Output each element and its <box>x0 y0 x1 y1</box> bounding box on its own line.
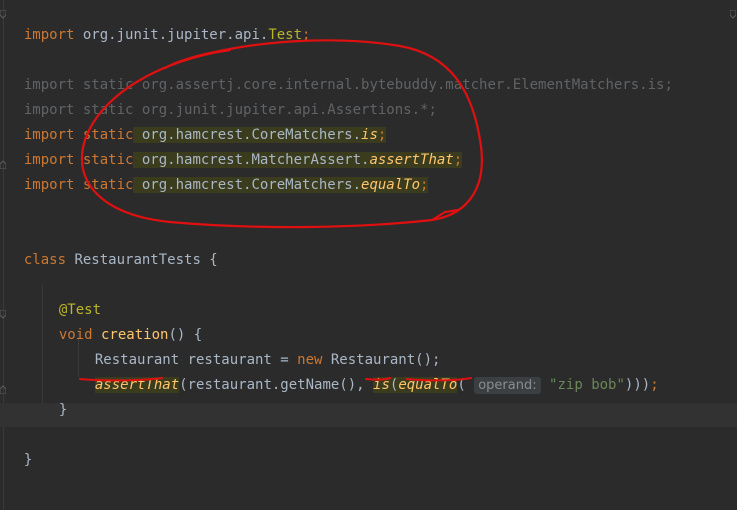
method-call: assertThat <box>94 377 180 393</box>
code-line-5[interactable]: import static org.hamcrest.MatcherAssert… <box>7 130 463 168</box>
code-line-9[interactable]: void creation() { <box>42 305 202 343</box>
semicolon: ; <box>650 377 659 393</box>
semicolon: ; <box>453 152 463 168</box>
fold-marker-icon[interactable] <box>0 160 6 169</box>
brace: } <box>58 402 68 418</box>
code-line-4[interactable]: import static org.hamcrest.CoreMatchers.… <box>7 105 387 143</box>
brace: } <box>23 452 33 468</box>
code-text: ))) <box>624 377 651 393</box>
fold-marker-icon[interactable] <box>0 385 6 394</box>
code-line-6[interactable]: import static org.hamcrest.CoreMatchers.… <box>7 155 429 193</box>
code-line-10[interactable]: Restaurant restaurant = new Restaurant()… <box>78 330 441 368</box>
fold-marker-icon[interactable] <box>730 10 736 19</box>
red-circle-tail <box>430 208 460 222</box>
parameter-hint: operand: <box>474 377 541 394</box>
code-line-11[interactable]: assertThat(restaurant.getName(), is (equa… <box>78 355 659 394</box>
fold-marker-icon[interactable] <box>0 310 6 319</box>
method-call: equalTo <box>398 377 458 393</box>
keyword: import <box>23 27 75 43</box>
imported-member: equalTo <box>361 177 421 193</box>
package-path: org.hamcrest.CoreMatchers. <box>133 177 362 193</box>
package-path: org.junit.jupiter.api. <box>74 27 269 43</box>
class-name: Test <box>268 27 303 43</box>
code-line-12[interactable]: } <box>42 380 67 418</box>
fold-marker-icon[interactable] <box>0 10 6 19</box>
string-literal: "zip bob" <box>549 377 625 393</box>
code-line-1[interactable]: import org.junit.jupiter.api.Test; <box>7 5 311 43</box>
class-name: RestaurantTests <box>66 252 201 268</box>
code-text: ( <box>457 377 466 393</box>
code-line-8[interactable]: @Test <box>42 280 101 318</box>
method-call: is <box>373 377 390 393</box>
keyword: class <box>23 252 67 268</box>
code-line-13[interactable]: } <box>7 430 32 468</box>
caret-line-highlight <box>0 403 737 427</box>
code-text: (restaurant.getName(), <box>179 377 374 393</box>
code-line-3[interactable]: import static org.junit.jupiter.api.Asse… <box>7 80 437 118</box>
code-line-2[interactable]: import static org.assertj.core.internal.… <box>7 55 673 93</box>
semicolon: ; <box>302 27 311 43</box>
keyword: import static <box>23 177 134 193</box>
semicolon: ; <box>420 177 429 193</box>
gutter-divider <box>3 0 4 510</box>
code-line-7[interactable]: class RestaurantTests { <box>7 230 218 268</box>
brace: { <box>200 252 218 268</box>
